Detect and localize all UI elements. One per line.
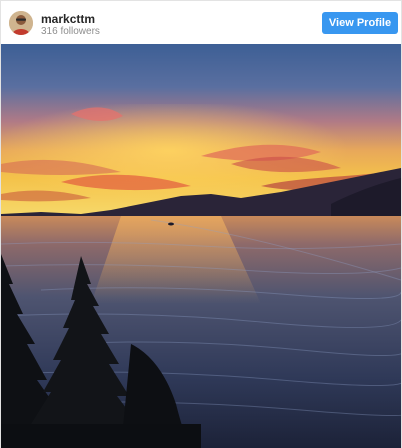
avatar[interactable] — [9, 11, 33, 35]
username[interactable]: markcttm — [41, 12, 95, 26]
profile-embed-card: markcttm 316 followers View Profile — [0, 0, 402, 448]
follower-count: 316 followers — [41, 26, 100, 37]
sunset-photo-icon — [1, 44, 401, 448]
user-avatar-icon — [9, 11, 33, 35]
profile-header: markcttm 316 followers View Profile — [1, 1, 401, 43]
view-profile-button[interactable]: View Profile — [322, 12, 398, 34]
post-photo[interactable] — [1, 44, 401, 448]
